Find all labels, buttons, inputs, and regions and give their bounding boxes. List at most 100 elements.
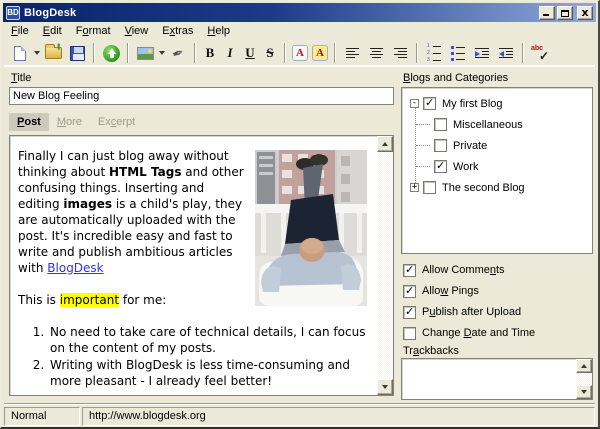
maximize-button[interactable] — [557, 6, 573, 20]
new-post-dropdown[interactable] — [32, 42, 41, 64]
tree-item-label: Work — [453, 161, 478, 173]
option-row[interactable]: Allow Comments — [403, 262, 593, 278]
blogs-tree-box[interactable]: - My first Blog MiscellaneousPrivate Work +T… — [401, 87, 593, 254]
italic-button[interactable]: I — [220, 42, 240, 64]
menu-file[interactable]: File — [4, 24, 36, 39]
option-checkbox[interactable] — [403, 306, 416, 319]
minimize-button[interactable] — [539, 6, 555, 20]
align-center-button[interactable] — [364, 42, 388, 64]
scroll-down-icon — [382, 385, 388, 389]
post-numbered-list: No need to take care of technical detail… — [18, 324, 377, 389]
menu-extras[interactable]: Extras — [155, 24, 200, 39]
expand-icon[interactable]: + — [410, 183, 419, 192]
minimize-icon — [543, 14, 549, 16]
close-button[interactable]: x — [577, 6, 593, 20]
post-options: Allow Comments Allow Pings Publish after U… — [403, 262, 593, 346]
collapse-icon[interactable]: - — [410, 99, 419, 108]
title-label: Title — [11, 72, 31, 84]
menu-format[interactable]: Format — [69, 24, 118, 39]
menu-bar: File Edit Format View Extras Help — [4, 24, 595, 39]
option-checkbox[interactable] — [403, 285, 416, 298]
tree-item[interactable]: Miscellaneous — [402, 114, 592, 135]
option-row[interactable]: Publish after Upload — [403, 304, 593, 320]
blogs-categories-label: Blogs and Categories — [403, 72, 508, 84]
maximize-icon — [561, 10, 569, 17]
font-color-button[interactable]: A — [290, 42, 310, 64]
tab-post[interactable]: Post — [9, 113, 49, 131]
insert-image-icon — [137, 47, 154, 60]
ordered-list-button[interactable]: 1 2 3 — [422, 42, 446, 64]
menu-help[interactable]: Help — [200, 24, 237, 39]
indent-increase-button[interactable] — [470, 42, 494, 64]
insert-image-dropdown[interactable] — [157, 42, 166, 64]
tree-checkbox[interactable] — [423, 181, 436, 194]
scroll-up-button[interactable] — [576, 359, 592, 373]
bold-button[interactable]: B — [200, 42, 220, 64]
tree-checkbox[interactable] — [434, 160, 447, 173]
option-row[interactable]: Change Date and Time — [403, 325, 593, 341]
unordered-list-icon — [451, 46, 465, 61]
tab-excerpt[interactable]: Excerpt — [90, 113, 143, 131]
post-editor[interactable]: Finally I can just blog away without thi… — [9, 135, 394, 396]
tree-item[interactable]: Private — [402, 135, 592, 156]
toolbar-separator — [284, 43, 286, 63]
tree-checkbox[interactable] — [434, 139, 447, 152]
save-button[interactable] — [65, 42, 89, 64]
blogdesk-link[interactable]: BlogDesk — [47, 261, 103, 275]
spellcheck-button[interactable]: abc✓ — [528, 42, 552, 64]
title-bar[interactable]: BD BlogDesk x — [3, 3, 596, 22]
tree-checkbox[interactable] — [434, 118, 447, 131]
option-label: Change Date and Time — [422, 327, 535, 339]
scroll-down-button[interactable] — [377, 379, 393, 395]
toolbar-separator — [127, 43, 129, 63]
bold-icon: B — [206, 45, 215, 61]
blogdesk-window: BD BlogDesk x File Edit Format View Extr… — [0, 0, 600, 429]
tree-item[interactable]: Work — [402, 156, 592, 177]
tree-item-label: My first Blog — [442, 98, 503, 110]
trackbacks-input[interactable] — [401, 358, 593, 400]
indent-decrease-icon — [499, 48, 513, 58]
dropdown-arrow-icon — [159, 51, 165, 55]
align-left-button[interactable] — [340, 42, 364, 64]
option-checkbox[interactable] — [403, 327, 416, 340]
scroll-down-button[interactable] — [576, 385, 592, 399]
toolbar-separator — [334, 43, 336, 63]
status-bar: Normal http://www.blogdesk.org — [4, 407, 595, 426]
new-post-button[interactable] — [8, 42, 32, 64]
option-checkbox[interactable] — [403, 264, 416, 277]
underline-button[interactable]: U — [240, 42, 260, 64]
title-input[interactable] — [9, 87, 394, 105]
scroll-down-icon — [581, 390, 587, 394]
scroll-up-button[interactable] — [377, 136, 393, 152]
toolbar-separator — [416, 43, 418, 63]
post-editor-content[interactable]: Finally I can just blog away without thi… — [10, 136, 377, 395]
menu-view[interactable]: View — [118, 24, 156, 39]
pen-button[interactable]: ✒ — [166, 42, 190, 64]
highlight-button[interactable]: A — [310, 42, 330, 64]
publish-button[interactable] — [99, 42, 123, 64]
align-right-button[interactable] — [388, 42, 412, 64]
tree-item[interactable]: +The second Blog — [402, 177, 592, 198]
scroll-up-icon — [581, 364, 587, 368]
blog-tree: - My first Blog MiscellaneousPrivate Work +T… — [402, 88, 592, 198]
post-text: for me: — [119, 293, 166, 307]
post-text: important — [60, 293, 119, 307]
app-icon: BD — [6, 6, 20, 20]
editor-scrollbar[interactable] — [377, 136, 393, 395]
open-button[interactable] — [41, 42, 65, 64]
post-text: images — [63, 197, 112, 211]
tree-checkbox[interactable] — [423, 97, 436, 110]
post-photo — [255, 150, 367, 306]
option-row[interactable]: Allow Pings — [403, 283, 593, 299]
menu-edit[interactable]: Edit — [36, 24, 69, 39]
status-blog-url: http://www.blogdesk.org — [82, 407, 595, 426]
tab-more[interactable]: More — [49, 113, 90, 131]
trackbacks-scrollbar[interactable] — [576, 359, 592, 399]
post-text: HTML Tags — [109, 165, 181, 179]
unordered-list-button[interactable] — [446, 42, 470, 64]
indent-decrease-button[interactable] — [494, 42, 518, 64]
align-center-icon — [370, 48, 383, 58]
strikethrough-button[interactable]: S — [260, 42, 280, 64]
insert-image-button[interactable] — [133, 42, 157, 64]
tree-item[interactable]: - My first Blog — [402, 93, 592, 114]
